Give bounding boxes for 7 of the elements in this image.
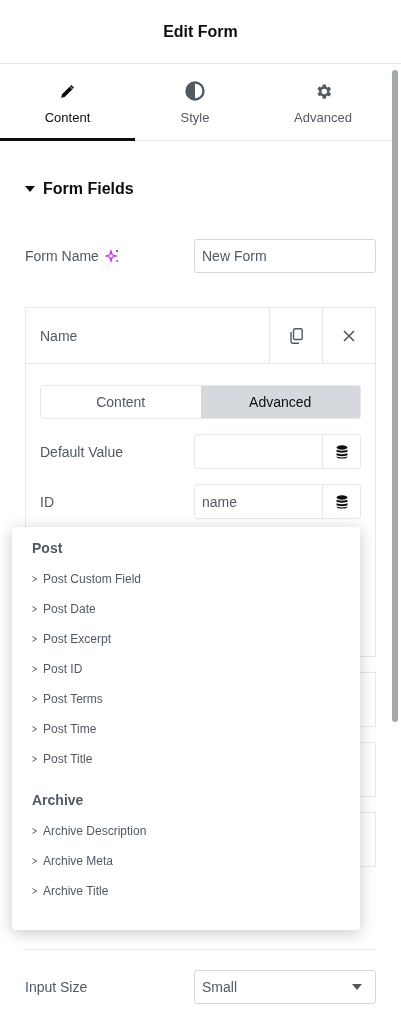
- panel-title: Edit Form: [163, 22, 238, 41]
- field-label: Default Value: [40, 443, 123, 460]
- field-label: ID: [40, 493, 54, 510]
- group-heading: Post: [32, 539, 64, 558]
- field-label: Input Size: [25, 979, 88, 995]
- group-heading: Archive: [32, 791, 85, 810]
- field-label: Form Name: [25, 248, 99, 264]
